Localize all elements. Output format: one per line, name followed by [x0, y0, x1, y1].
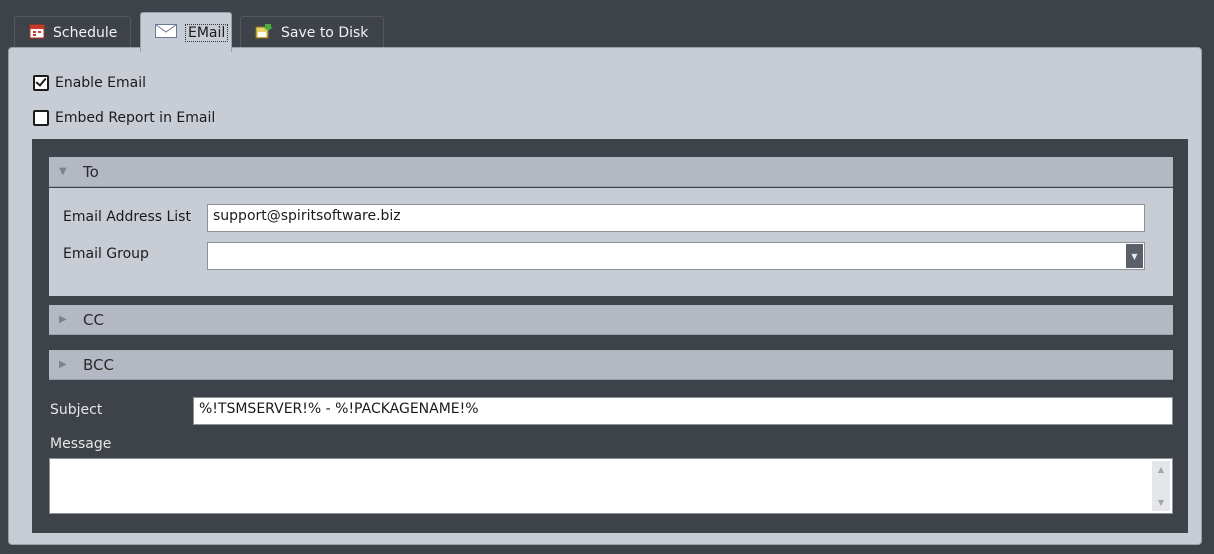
tab-schedule[interactable]: Schedule	[14, 16, 131, 48]
tab-schedule-label: Schedule	[53, 24, 118, 41]
dropdown-arrow-icon[interactable]: ▼	[1126, 244, 1143, 268]
embed-report-option[interactable]: Embed Report in Email	[33, 110, 215, 126]
section-header-to[interactable]: ▼ To	[49, 157, 1173, 187]
chevron-right-icon: ▶	[59, 359, 67, 370]
scroll-down-icon[interactable]: ▼	[1158, 498, 1164, 507]
email-group-select[interactable]: ▼	[207, 242, 1145, 270]
email-details-container: ▼ To Email Address List support@spiritso…	[32, 139, 1188, 533]
subject-label: Subject	[50, 402, 103, 418]
email-address-list-label: Email Address List	[63, 209, 191, 225]
section-title-cc: CC	[83, 310, 104, 329]
tab-email[interactable]: EMail	[140, 12, 232, 52]
section-title-to: To	[83, 162, 99, 181]
tab-save-to-disk[interactable]: Save to Disk	[240, 16, 384, 48]
calendar-icon	[29, 23, 45, 43]
embed-report-checkbox[interactable]	[33, 110, 49, 126]
vertical-scrollbar[interactable]: ▲ ▼	[1152, 461, 1170, 511]
tab-email-label: EMail	[185, 23, 229, 42]
section-body-to: Email Address List support@spiritsoftwar…	[49, 188, 1173, 296]
chevron-right-icon: ▶	[59, 314, 67, 325]
message-label: Message	[50, 436, 112, 452]
save-to-disk-icon	[255, 23, 273, 43]
section-header-cc[interactable]: ▶ CC	[49, 305, 1173, 335]
section-header-bcc[interactable]: ▶ BCC	[49, 350, 1173, 380]
tab-save-to-disk-label: Save to Disk	[281, 24, 369, 41]
email-group-label: Email Group	[63, 246, 149, 262]
email-panel: Enable Email Embed Report in Email ▼ To …	[8, 47, 1202, 545]
enable-email-checkbox[interactable]	[33, 75, 49, 91]
envelope-icon	[155, 23, 177, 42]
scroll-up-icon[interactable]: ▲	[1158, 465, 1164, 474]
embed-report-label: Embed Report in Email	[55, 110, 216, 126]
email-address-list-input[interactable]: support@spiritsoftware.biz	[207, 204, 1145, 232]
subject-input[interactable]: %!TSMSERVER!% - %!PACKAGENAME!%	[193, 397, 1173, 425]
message-textarea[interactable]: ▲ ▼	[49, 458, 1173, 514]
enable-email-label: Enable Email	[55, 75, 146, 91]
enable-email-option[interactable]: Enable Email	[33, 75, 146, 91]
section-title-bcc: BCC	[83, 355, 114, 374]
chevron-down-icon: ▼	[59, 166, 67, 177]
